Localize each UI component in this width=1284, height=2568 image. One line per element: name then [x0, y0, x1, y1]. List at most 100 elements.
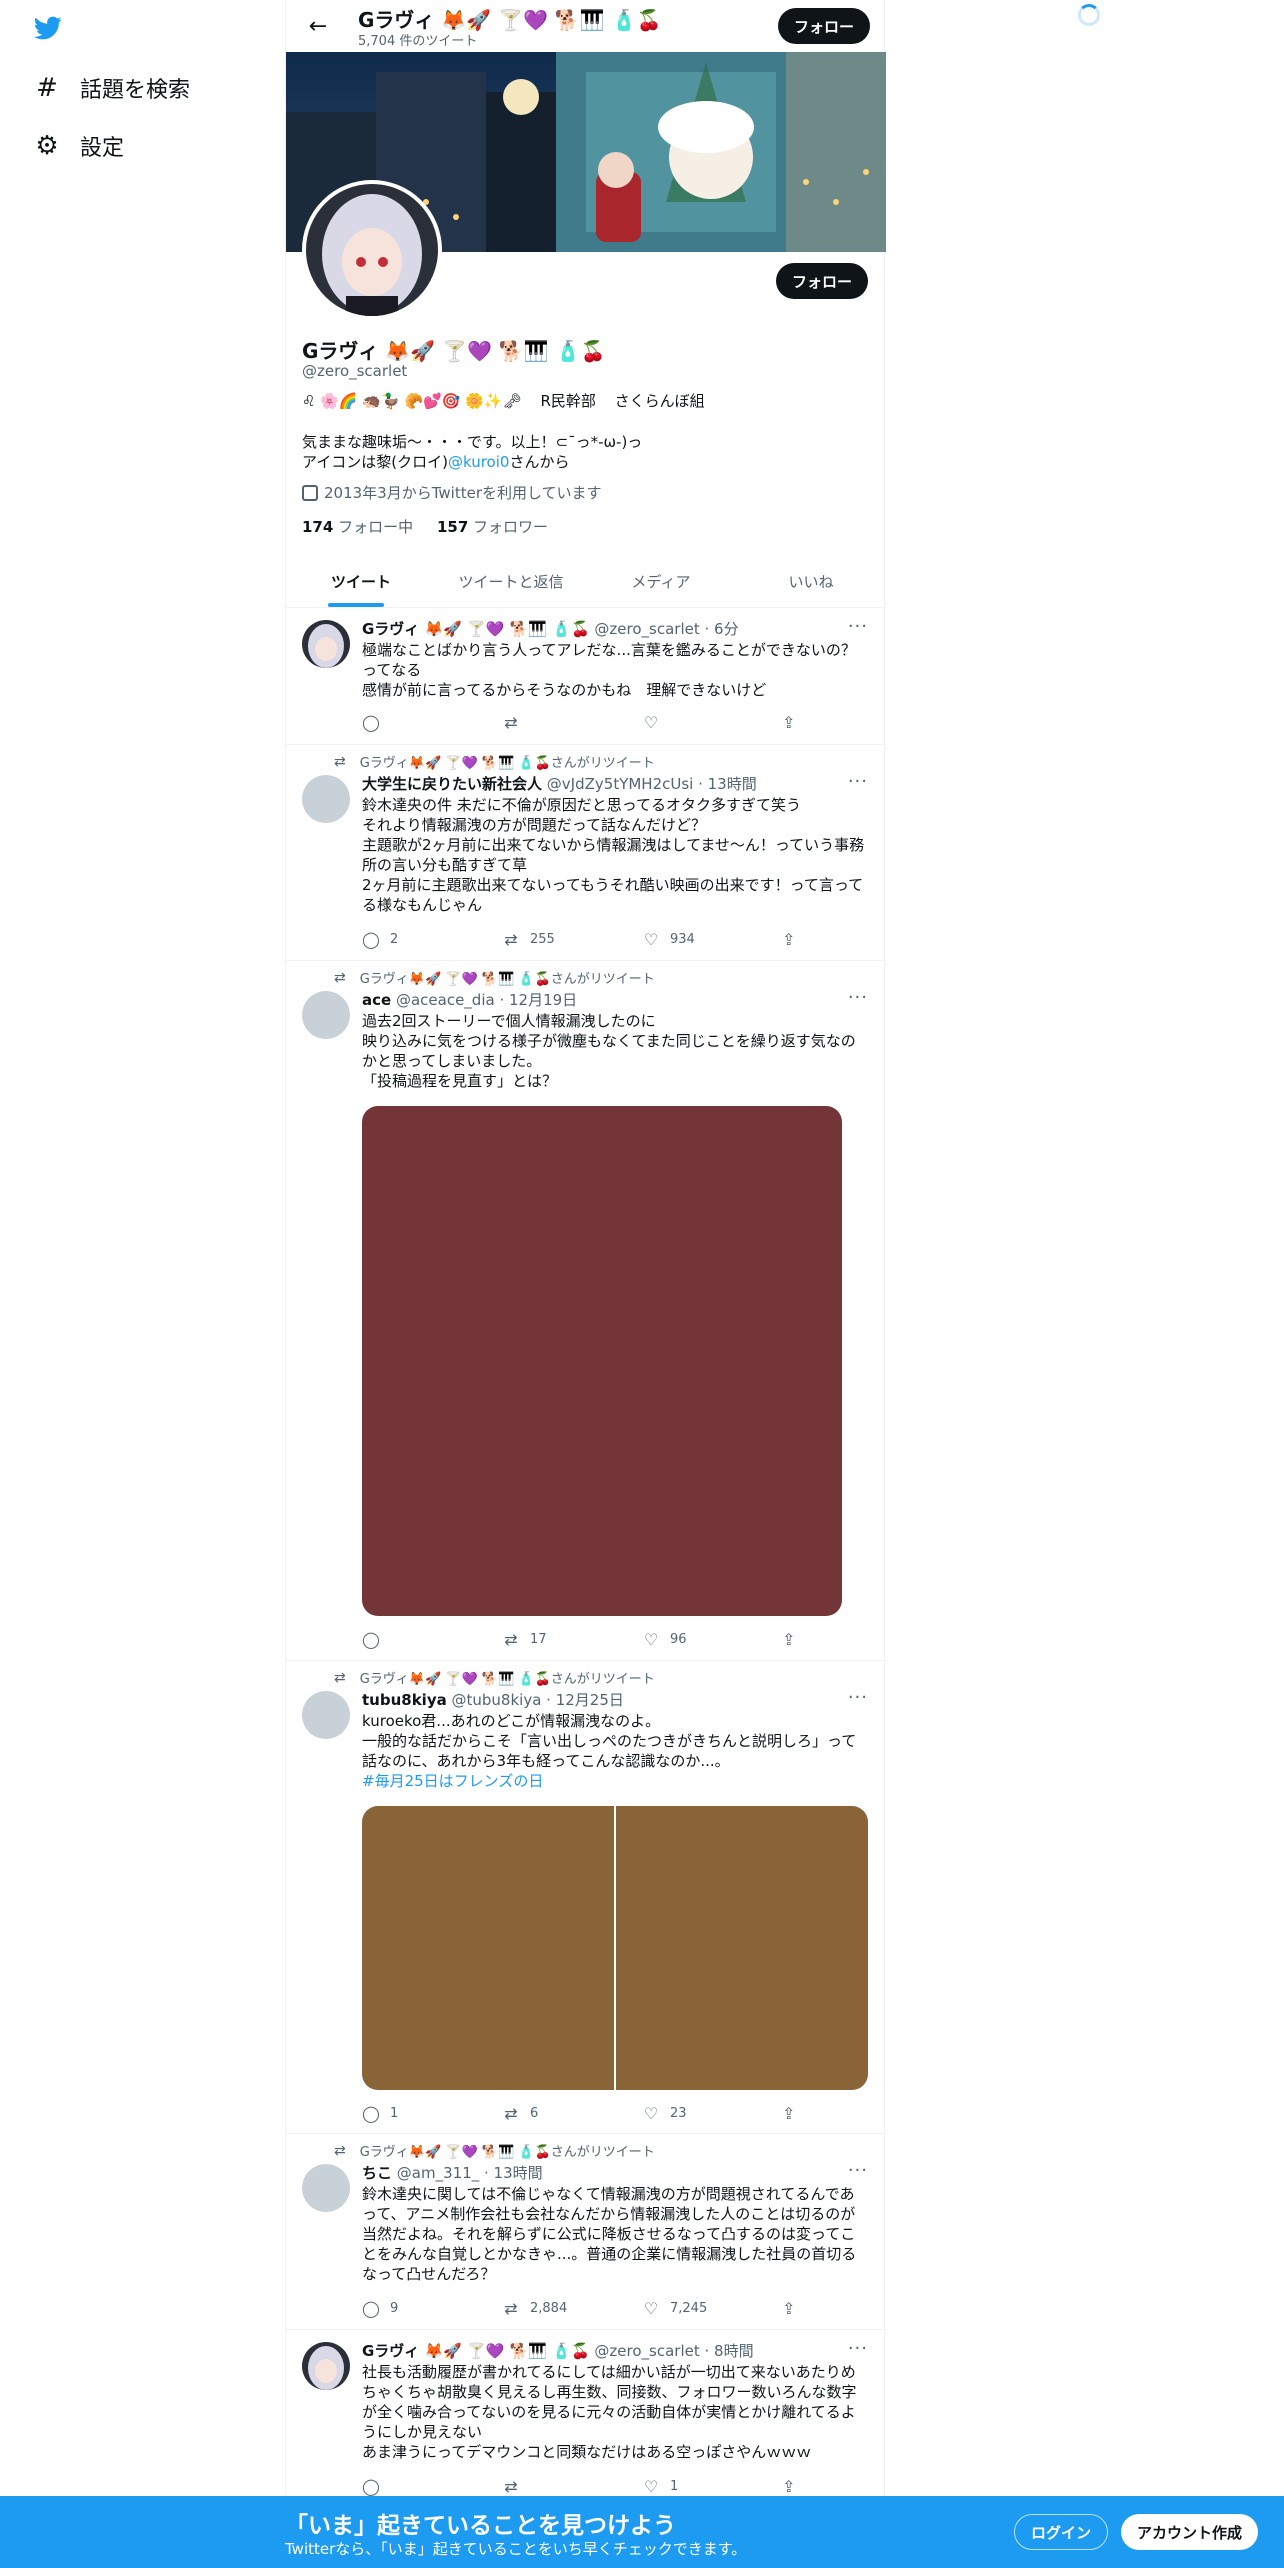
tweet-meta: @am_311_ · 13時間	[396, 2164, 543, 2182]
tweet-meta: @tubu8kiya · 12月25日	[451, 1691, 624, 1709]
retweet-button[interactable]: ⇄ 17	[502, 1629, 612, 1649]
tweet-avatar[interactable]	[302, 775, 350, 823]
like-button[interactable]: ♡ 1	[642, 2476, 752, 2496]
signup-prompt-title: 「いま」起きていることを見つけよう	[285, 2513, 676, 2539]
share-button[interactable]: ⇪	[782, 712, 802, 732]
tweet-media-image[interactable]	[616, 1806, 868, 2090]
tweet[interactable]: Gラヴィ 🦊🚀 🍸💜 🐕🎹 🧴🍒 @zero_scarlet · 6分 ··· …	[286, 608, 886, 745]
tweet-author-name[interactable]: Gラヴィ 🦊🚀 🍸💜 🐕🎹 🧴🍒	[362, 620, 590, 638]
reply-button[interactable]: ◯	[362, 1629, 472, 1649]
more-options-icon[interactable]: ···	[848, 1687, 868, 1708]
tweet-meta: @zero_scarlet · 8時間	[594, 2342, 754, 2360]
following-link[interactable]: 174 フォロー中	[302, 518, 413, 536]
retweet-button[interactable]: ⇄	[502, 2476, 612, 2496]
profile-meta: ♌ 🌸🌈 🦔🦆 🥐💕🎯 🌼✨🗝 R民幹部 さくらんぼ組	[302, 390, 705, 411]
tab-likes[interactable]: いいね	[736, 555, 886, 607]
tweet-text-body: kuroeko君...あれのどこが情報漏洩なのよ。 一般的な話だからこそ「言い出…	[362, 1712, 857, 1770]
reply-button[interactable]: ◯ 1	[362, 2103, 472, 2123]
reply-button[interactable]: ◯	[362, 2476, 472, 2496]
like-button[interactable]: ♡ 23	[642, 2103, 752, 2123]
tweet[interactable]: ⇄ Gラヴィ🦊🚀 🍸💜 🐕🎹 🧴🍒さんがリツイート ace @aceace_di…	[286, 961, 886, 1661]
share-icon: ⇪	[782, 2103, 796, 2123]
login-button[interactable]: ログイン	[1014, 2514, 1109, 2550]
tweet[interactable]: ⇄ Gラヴィ🦊🚀 🍸💜 🐕🎹 🧴🍒さんがリツイート tubu8kiya @tub…	[286, 1661, 886, 2134]
tweet-meta: @zero_scarlet · 6分	[594, 620, 739, 638]
bio-text: さんから	[509, 453, 570, 471]
tweet-author-name[interactable]: ace	[362, 991, 391, 1009]
more-options-icon[interactable]: ···	[848, 2160, 868, 2181]
tab-tweets[interactable]: ツイート	[286, 555, 436, 607]
tweet-author-name[interactable]: 大学生に戻りたい新社会人	[362, 775, 542, 793]
follow-stats: 174 フォロー中 157 フォロワー	[302, 516, 548, 537]
tab-media[interactable]: メディア	[586, 555, 736, 607]
tweet-avatar[interactable]	[302, 620, 350, 668]
twitter-logo-icon[interactable]	[32, 14, 64, 42]
retweet-button[interactable]: ⇄ 255	[502, 929, 612, 949]
retweet-count: 255	[530, 931, 555, 947]
reply-button[interactable]: ◯	[362, 712, 472, 732]
hashtag-link[interactable]: #毎月25日はフレンズの日	[362, 1771, 868, 1791]
profile-meta-emoji: ♌ 🌸🌈 🦔🦆 🥐💕🎯 🌼✨🗝	[302, 392, 522, 410]
tweet[interactable]: ⇄ Gラヴィ🦊🚀 🍸💜 🐕🎹 🧴🍒さんがリツイート ちこ @am_311_ · …	[286, 2134, 886, 2330]
tweet-text: kuroeko君...あれのどこが情報漏洩なのよ。 一般的な話だからこそ「言い出…	[362, 1711, 868, 1791]
hashtag-icon: #	[36, 73, 58, 103]
retweet-button[interactable]: ⇄ 2,884	[502, 2298, 612, 2318]
retweet-label: Gラヴィ🦊🚀 🍸💜 🐕🎹 🧴🍒さんがリツイート	[359, 2145, 655, 2160]
tweet-avatar[interactable]	[302, 2164, 350, 2212]
tweet-media-image[interactable]	[362, 1106, 842, 1616]
like-count: 7,245	[670, 2300, 708, 2316]
retweet-icon: ⇄	[504, 712, 518, 732]
like-count: 96	[670, 1631, 687, 1647]
tweet-author-name[interactable]: tubu8kiya	[362, 1691, 447, 1709]
signup-prompt-subtitle: Twitterなら、「いま」起きていることをいち早くチェックできます。	[285, 2540, 747, 2558]
bio-mention-link[interactable]: @kuroi0	[448, 453, 509, 471]
more-options-icon[interactable]: ···	[848, 2338, 868, 2359]
bio-line: アイコンは黎(クロイ)@kuroi0さんから	[302, 452, 642, 472]
tweet-text: 社長も活動履歴が書かれてるにしては細かい話が一切出て来ないあたりめちゃくちゃ胡散…	[362, 2363, 857, 2461]
profile-name: Gラヴィ 🦊🚀 🍸💜 🐕🎹 🧴🍒	[302, 339, 606, 363]
share-button[interactable]: ⇪	[782, 2476, 802, 2496]
tweet-header: tubu8kiya @tubu8kiya · 12月25日	[362, 1689, 624, 1710]
more-options-icon[interactable]: ···	[848, 987, 868, 1008]
reply-button[interactable]: ◯ 2	[362, 929, 472, 949]
retweet-button[interactable]: ⇄	[502, 712, 612, 732]
sidebar-item-settings[interactable]: ⚙ 設定	[32, 126, 124, 166]
tweet-text: 鈴木達央の件 未だに不倫が原因だと思ってるオタク多すぎて笑う それより情報漏洩の…	[362, 796, 865, 914]
reply-button[interactable]: ◯ 9	[362, 2298, 472, 2318]
like-button[interactable]: ♡ 7,245	[642, 2298, 752, 2318]
tweet-avatar[interactable]	[302, 991, 350, 1039]
retweet-button[interactable]: ⇄ 6	[502, 2103, 612, 2123]
share-icon: ⇪	[782, 929, 796, 949]
bio-text: アイコンは黎(クロイ)	[302, 453, 448, 471]
share-button[interactable]: ⇪	[782, 2103, 802, 2123]
signup-button[interactable]: アカウント作成	[1121, 2514, 1259, 2550]
retweet-indicator: ⇄ Gラヴィ🦊🚀 🍸💜 🐕🎹 🧴🍒さんがリツイート	[334, 968, 655, 988]
retweet-count: 2,884	[530, 2300, 568, 2316]
tab-tweets-replies[interactable]: ツイートと返信	[436, 555, 586, 607]
share-button[interactable]: ⇪	[782, 1629, 802, 1649]
tweet-avatar[interactable]	[302, 1691, 350, 1739]
back-arrow-icon[interactable]: ←	[304, 12, 332, 40]
following-label: フォロー中	[338, 518, 414, 536]
tweet-author-name[interactable]: ちこ	[362, 2164, 392, 2182]
like-count: 23	[670, 2105, 687, 2121]
followers-link[interactable]: 157 フォロワー	[437, 518, 548, 536]
tweet-avatar[interactable]	[302, 2342, 350, 2390]
more-options-icon[interactable]: ···	[848, 771, 868, 792]
like-button[interactable]: ♡ 934	[642, 929, 752, 949]
tweet[interactable]: ⇄ Gラヴィ🦊🚀 🍸💜 🐕🎹 🧴🍒さんがリツイート 大学生に戻りたい新社会人 @…	[286, 745, 886, 961]
tweet-media-image[interactable]	[362, 1806, 614, 2090]
tweet-actions: ◯ 1 ⇄ 6 ♡ 23 ⇪	[362, 2103, 802, 2123]
main-column: ← Gラヴィ 🦊🚀 🍸💜 🐕🎹 🧴🍒 5,704 件のツイート フォロー フォロ…	[285, 0, 886, 2568]
retweet-label: Gラヴィ🦊🚀 🍸💜 🐕🎹 🧴🍒さんがリツイート	[359, 1672, 655, 1687]
share-button[interactable]: ⇪	[782, 2298, 802, 2318]
header-follow-button[interactable]: フォロー	[777, 8, 870, 44]
sidebar-item-explore[interactable]: # 話題を検索	[32, 68, 190, 108]
profile-follow-button[interactable]: フォロー	[775, 263, 868, 299]
profile-avatar[interactable]	[302, 180, 442, 320]
more-options-icon[interactable]: ···	[848, 616, 868, 637]
like-button[interactable]: ♡	[642, 712, 752, 732]
share-button[interactable]: ⇪	[782, 929, 802, 949]
tweet-author-name[interactable]: Gラヴィ 🦊🚀 🍸💜 🐕🎹 🧴🍒	[362, 2342, 590, 2360]
like-button[interactable]: ♡ 96	[642, 1629, 752, 1649]
